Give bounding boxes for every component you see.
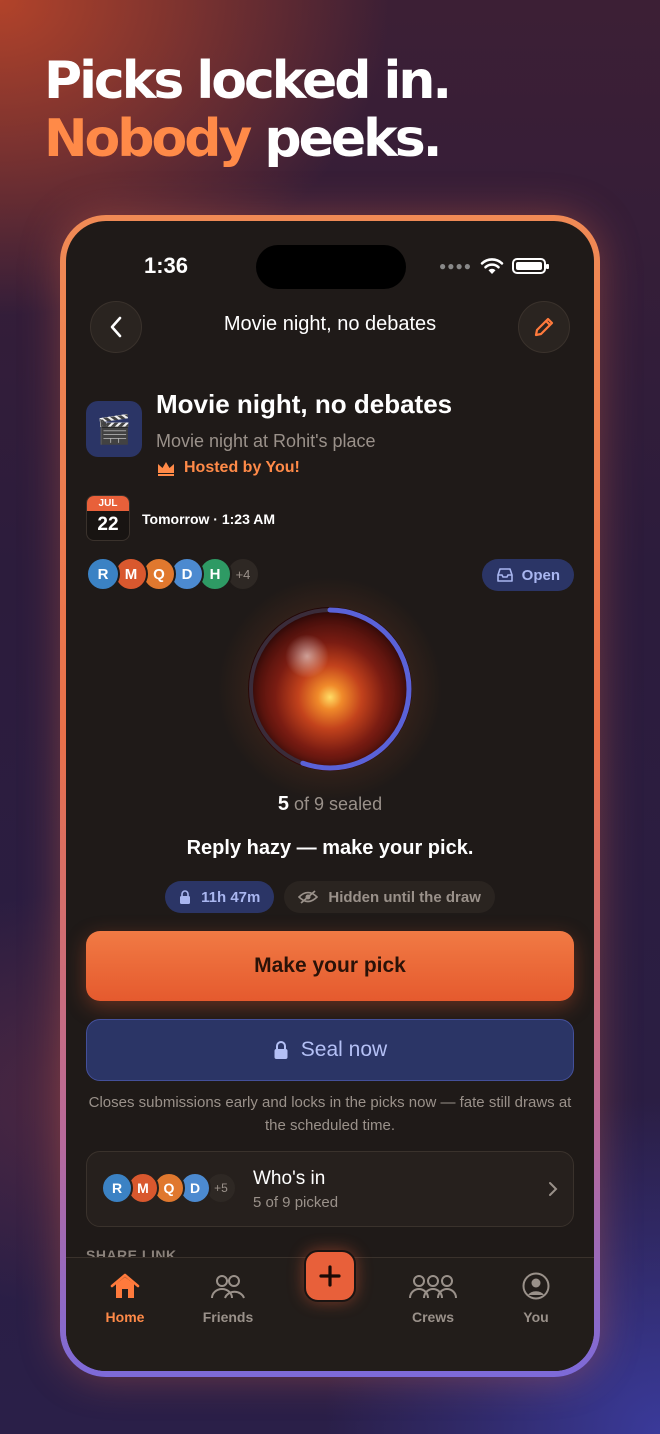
profile-icon <box>522 1272 550 1300</box>
tab-bar: Home Friends Crews You <box>66 1250 594 1371</box>
pencil-icon <box>534 317 554 337</box>
crews-icon <box>409 1275 457 1299</box>
crystal-ball[interactable] <box>208 567 452 811</box>
tab-home[interactable]: Home <box>80 1272 170 1325</box>
headline-line-1: Picks locked in. <box>44 51 452 111</box>
tab-friends-label: Friends <box>202 1309 254 1325</box>
inbox-icon <box>496 568 513 582</box>
status-badge: Open <box>481 559 574 591</box>
info-chips: 11h 47m Hidden until the draw <box>66 881 594 913</box>
seal-now-label: Seal now <box>300 1038 388 1061</box>
edit-button[interactable] <box>518 301 570 353</box>
eye-off-icon <box>298 890 319 904</box>
make-pick-button[interactable]: Make your pick <box>86 931 574 1001</box>
crown-icon <box>158 462 174 476</box>
date-day: 22 <box>97 514 119 535</box>
host-label: Hosted by You! <box>156 459 300 477</box>
timer-text: 11h 47m <box>201 888 261 906</box>
signal-icon: ●●●● <box>439 259 472 273</box>
marketing-headline: Picks locked in. Nobody peeks. <box>44 52 624 168</box>
status-badge-label: Open <box>521 566 560 584</box>
headline-line-2: Nobody peeks. <box>44 110 624 168</box>
tab-friends[interactable]: Friends <box>183 1272 273 1325</box>
plus-icon <box>319 1265 341 1287</box>
sealed-number: 5 <box>277 793 290 815</box>
whos-in-avatars: R M Q D +5 <box>101 1172 237 1204</box>
prompt-message: Reply hazy — make your pick. <box>186 837 474 859</box>
date-month: JUL <box>87 496 129 511</box>
sealed-progress-ring <box>248 607 412 771</box>
home-icon <box>110 1273 140 1298</box>
wifi-icon <box>480 258 504 274</box>
nav-title: Movie night, no debates <box>223 313 437 335</box>
phone-frame: 1:36 ●●●● Movie night, no debates 🎬 Movi… <box>60 215 600 1377</box>
whos-in-subtitle: 5 of 9 picked <box>253 1194 339 1211</box>
lock-icon <box>274 1041 288 1059</box>
timer-chip: 11h 47m <box>165 881 275 913</box>
battery-icon <box>512 258 549 274</box>
participant-avatar: R <box>86 557 120 591</box>
nav-bar: Movie night, no debates <box>66 297 594 357</box>
headline-accent-word: Nobody <box>44 109 252 169</box>
host-text: Hosted by You! <box>184 459 300 476</box>
seal-now-button[interactable]: Seal now <box>86 1019 574 1081</box>
tab-crews-label: Crews <box>411 1309 455 1325</box>
whos-in-avatar: R <box>101 1172 133 1204</box>
add-button[interactable] <box>304 1250 356 1302</box>
clapperboard-icon: 🎬 <box>86 401 142 457</box>
event-subtitle: Movie night at Rohit's place <box>156 431 376 451</box>
tab-you-label: You <box>523 1309 549 1325</box>
whos-in-row[interactable]: R M Q D +5 Who's in 5 of 9 picked <box>86 1151 574 1227</box>
status-bar: 1:36 ●●●● <box>66 243 594 289</box>
sealed-rest: of 9 sealed <box>289 794 383 814</box>
friends-icon <box>211 1275 245 1299</box>
dynamic-island <box>256 245 406 289</box>
hidden-chip: Hidden until the draw <box>284 881 495 913</box>
lock-icon <box>180 890 191 904</box>
hidden-text: Hidden until the draw <box>328 888 481 906</box>
seal-note: Closes submissions early and locks in th… <box>88 1094 572 1134</box>
event-date-time: Tomorrow · 1:23 AM <box>142 511 276 527</box>
chevron-right-icon <box>549 1182 558 1196</box>
tab-home-label: Home <box>105 1309 145 1325</box>
sealed-count: 5 of 9 sealed <box>66 793 594 816</box>
tab-you[interactable]: You <box>491 1272 581 1325</box>
tab-crews[interactable]: Crews <box>388 1272 478 1325</box>
event-title: Movie night, no debates <box>156 389 453 419</box>
status-icons: ●●●● <box>439 257 549 275</box>
headline-line-2-rest: peeks. <box>249 109 442 169</box>
calendar-icon: JUL 22 <box>86 495 130 541</box>
participant-avatars[interactable]: R M Q D H +4 <box>86 557 260 591</box>
app-screen: 1:36 ●●●● Movie night, no debates 🎬 Movi… <box>66 221 594 1371</box>
whos-in-title: Who's in <box>253 1168 326 1189</box>
status-time: 1:36 <box>144 253 189 278</box>
